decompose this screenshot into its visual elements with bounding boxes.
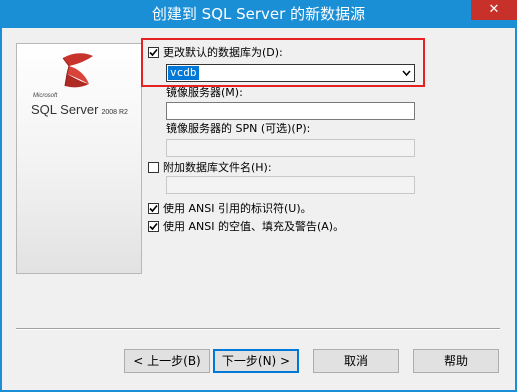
- button-separator: [16, 328, 500, 330]
- sql-server-logo-icon: [62, 53, 93, 88]
- attach-db-file-label: 附加数据库文件名(H):: [163, 161, 272, 174]
- checkmark-icon: [149, 204, 158, 213]
- mirror-server-label: 镜像服务器(M):: [166, 86, 243, 99]
- logo-version: 2008 R2: [101, 109, 128, 116]
- checkmark-icon: [149, 48, 158, 57]
- back-button[interactable]: < 上一步(B): [124, 349, 210, 373]
- next-button[interactable]: 下一步(N) >: [213, 349, 299, 373]
- default-db-select[interactable]: vcdb: [166, 64, 415, 82]
- logo-product-text: SQL Server 2008 R2: [31, 102, 128, 117]
- close-button[interactable]: ✕: [471, 0, 517, 20]
- attach-db-file-checkbox[interactable]: [148, 162, 159, 173]
- cancel-button[interactable]: 取消: [313, 349, 399, 373]
- mirror-spn-input[interactable]: [166, 139, 415, 157]
- logo-microsoft-text: Microsoft: [33, 93, 58, 99]
- sql-server-logo-panel: Microsoft SQL Server 2008 R2: [16, 43, 142, 274]
- window-frame-left: [0, 28, 2, 392]
- chevron-down-icon: [402, 70, 411, 77]
- mirror-server-input[interactable]: [166, 102, 415, 120]
- logo-product-name: SQL Server: [31, 102, 99, 117]
- ansi-nulls-checkbox[interactable]: [148, 221, 159, 232]
- help-button[interactable]: 帮助: [413, 349, 499, 373]
- default-db-value: vcdb: [168, 66, 199, 80]
- ansi-quoted-identifiers-checkbox[interactable]: [148, 203, 159, 214]
- change-default-db-checkbox[interactable]: [148, 47, 159, 58]
- ansi-nulls-label: 使用 ANSI 的空值、填充及警告(A)。: [163, 220, 345, 233]
- title-bar: 创建到 SQL Server 的新数据源 ✕: [0, 0, 517, 28]
- window-title: 创建到 SQL Server 的新数据源: [151, 5, 366, 23]
- close-icon: ✕: [488, 2, 500, 17]
- checkmark-icon: [149, 222, 158, 231]
- change-default-db-label: 更改默认的数据库为(D):: [163, 46, 283, 59]
- ansi-quoted-identifiers-label: 使用 ANSI 引用的标识符(U)。: [163, 202, 312, 215]
- attach-db-file-input[interactable]: [166, 176, 415, 194]
- mirror-spn-label: 镜像服务器的 SPN (可选)(P):: [166, 122, 311, 135]
